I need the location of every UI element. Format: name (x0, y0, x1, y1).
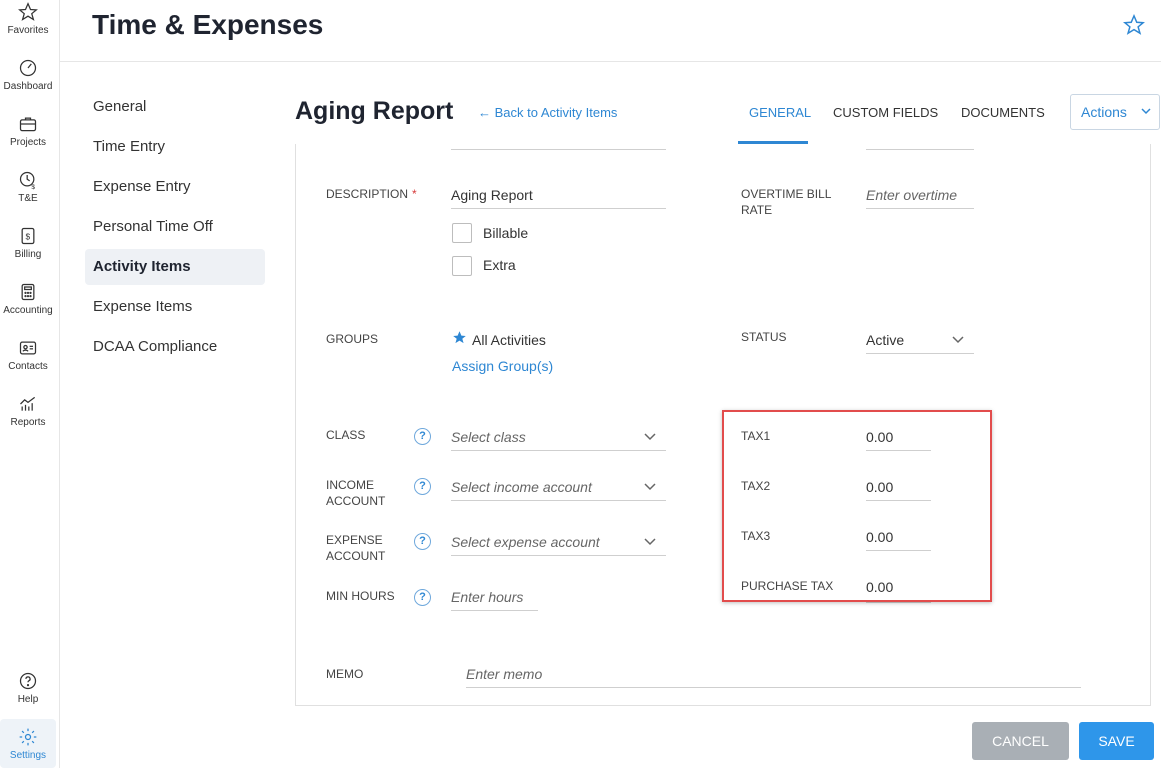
app-title: Time & Expenses (92, 9, 324, 40)
contact-card-icon (19, 341, 37, 355)
chevron-down-icon (644, 483, 656, 491)
actions-label: Actions (1081, 104, 1127, 120)
rail-label: T&E (18, 193, 38, 204)
rail-label: Help (17, 694, 39, 705)
rail-label: Accounting (3, 305, 53, 316)
left-rail: Favorites Dashboard Projects $ T&E $ Bil… (0, 0, 60, 768)
rail-projects[interactable]: Projects (0, 114, 56, 148)
sub-code-field-clipped[interactable] (451, 132, 666, 150)
dashboard-icon (19, 59, 37, 77)
expense-account-placeholder: Select expense account (451, 534, 600, 550)
min-hours-label: MIN HOURS (326, 589, 395, 603)
status-label: STATUS (741, 330, 787, 344)
rail-favorites[interactable]: Favorites (0, 2, 56, 36)
income-account-select[interactable]: Select income account (451, 477, 666, 501)
billable-checkbox[interactable] (452, 223, 472, 243)
rail-label: Settings (9, 750, 47, 761)
group-all-activities: All Activities (472, 332, 546, 348)
star-icon (18, 2, 38, 21)
svg-text:$: $ (26, 231, 31, 241)
assign-groups-link[interactable]: Assign Group(s) (452, 358, 553, 374)
cancel-button[interactable]: CANCEL (972, 722, 1069, 760)
tab-general[interactable]: GENERAL (749, 105, 811, 120)
chart-icon (20, 396, 36, 411)
rail-te[interactable]: $ T&E (0, 170, 56, 204)
tab-general-label: GENERAL (749, 105, 812, 120)
memo-label: MEMO (326, 667, 364, 681)
description-label: DESCRIPTION * (326, 187, 417, 201)
memo-input[interactable]: Enter memo (466, 664, 1081, 688)
rail-label: Projects (9, 137, 47, 148)
invoice-icon: $ (21, 227, 35, 245)
chevron-down-icon (952, 336, 964, 344)
expense-account-help-icon[interactable]: ? (414, 533, 431, 550)
chevron-down-icon (644, 538, 656, 546)
status-select[interactable]: Active (866, 330, 974, 354)
overtime-bill-rate-label: OVERTIME BILL RATE (741, 187, 832, 217)
extra-checkbox[interactable] (452, 256, 472, 276)
app-header: Time & Expenses (60, 0, 1161, 62)
rail-settings[interactable]: Settings (0, 719, 56, 768)
help-icon (19, 672, 37, 690)
clock-dollar-icon: $ (19, 171, 35, 190)
rail-label: Billing (14, 249, 42, 260)
chevron-down-icon (1141, 108, 1151, 115)
settings-subnav: General Time Entry Expense Entry Persona… (85, 89, 265, 369)
class-label: CLASS (326, 428, 366, 442)
income-account-label: INCOME ACCOUNT (326, 478, 386, 508)
subnav-item-general[interactable]: General (85, 89, 265, 125)
income-account-placeholder: Select income account (451, 479, 592, 495)
rail-label: Dashboard (3, 81, 53, 92)
tax-highlight-box (722, 410, 992, 602)
subnav-item-personal-time-off[interactable]: Personal Time Off (85, 209, 265, 245)
save-button[interactable]: SAVE (1079, 722, 1154, 760)
subnav-item-expense-entry[interactable]: Expense Entry (85, 169, 265, 205)
billable-label: Billable (483, 225, 529, 241)
rail-accounting[interactable]: Accounting (0, 282, 56, 316)
extra-label: Extra (483, 257, 516, 273)
status-value: Active (866, 332, 905, 348)
rail-label: Reports (10, 417, 46, 428)
subnav-item-expense-items[interactable]: Expense Items (85, 289, 265, 325)
required-marker: * (412, 187, 417, 201)
star-filled-icon (453, 331, 466, 344)
rail-label: Contacts (8, 361, 48, 372)
actions-dropdown[interactable]: Actions (1070, 94, 1160, 130)
subnav-item-time-entry[interactable]: Time Entry (85, 129, 265, 165)
expense-account-select[interactable]: Select expense account (451, 532, 666, 556)
rail-reports[interactable]: Reports (0, 394, 56, 428)
rail-label: Favorites (7, 25, 49, 36)
briefcase-icon (19, 117, 37, 132)
svg-text:$: $ (31, 184, 35, 190)
favorite-star-icon[interactable] (1123, 14, 1145, 36)
class-placeholder: Select class (451, 429, 526, 445)
income-account-help-icon[interactable]: ? (414, 478, 431, 495)
rail-help[interactable]: Help (0, 671, 56, 705)
tab-documents[interactable]: DOCUMENTS (961, 105, 1045, 120)
activity-form-panel: DESCRIPTION * Aging Report OVERTIME BILL R… (295, 144, 1151, 706)
rail-contacts[interactable]: Contacts (0, 338, 56, 372)
chevron-down-icon (644, 433, 656, 441)
overtime-bill-rate-input[interactable]: Enter overtime (866, 185, 974, 209)
description-input[interactable]: Aging Report (451, 185, 666, 209)
min-hours-help-icon[interactable]: ? (414, 589, 431, 606)
min-hours-input[interactable]: Enter hours (451, 587, 538, 611)
class-help-icon[interactable]: ? (414, 428, 431, 445)
bill-rate-field-clipped[interactable] (866, 132, 974, 150)
groups-label: GROUPS (326, 332, 379, 346)
rail-billing[interactable]: $ Billing (0, 226, 56, 260)
gear-icon (19, 728, 37, 746)
tab-custom-fields[interactable]: CUSTOM FIELDS (833, 105, 938, 120)
calculator-icon (21, 283, 35, 301)
back-to-activity-items-link[interactable]: ← Back to Activity Items (478, 105, 617, 120)
expense-account-label: EXPENSE ACCOUNT (326, 533, 386, 563)
page-title: Aging Report (295, 97, 454, 125)
rail-dashboard[interactable]: Dashboard (0, 58, 56, 92)
class-select[interactable]: Select class (451, 427, 666, 451)
subnav-item-dcaa-compliance[interactable]: DCAA Compliance (85, 329, 265, 365)
subnav-item-activity-items[interactable]: Activity Items (85, 249, 265, 285)
